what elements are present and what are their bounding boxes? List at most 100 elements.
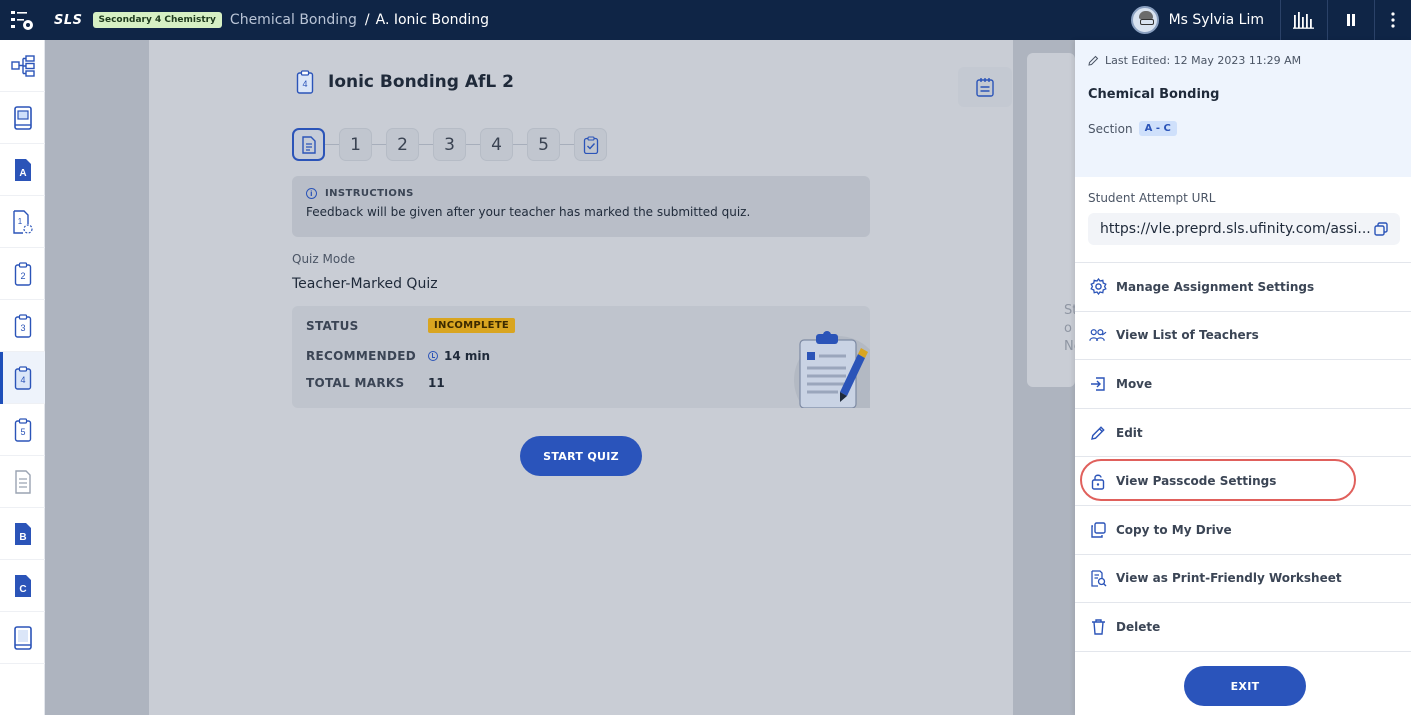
step-question-2[interactable]: 2	[386, 128, 419, 161]
menu-view-list-of-teachers[interactable]: View List of Teachers	[1075, 312, 1411, 361]
copy-icon	[1089, 521, 1107, 539]
highlight-ring	[1080, 459, 1356, 502]
rail-item-quiz-4[interactable]: 4	[0, 352, 45, 404]
breadcrumb-parent[interactable]: Chemical Bonding	[230, 12, 357, 28]
menu-view-passcode-settings[interactable]: View Passcode Settings	[1075, 457, 1411, 506]
quiz-1-icon: 1	[12, 209, 33, 234]
step-question-5[interactable]: 5	[527, 128, 560, 161]
svg-text:4: 4	[20, 375, 25, 385]
notebook-icon	[976, 78, 994, 97]
bar-chart-icon	[1293, 12, 1314, 29]
rail-item-quiz-5[interactable]: 5	[0, 404, 45, 456]
quiz-mode-label: Quiz Mode	[292, 252, 356, 266]
kebab-menu-icon	[1391, 12, 1395, 28]
quiz-3-icon: 3	[14, 313, 31, 338]
quiz-mode-value: Teacher-Marked Quiz	[292, 276, 438, 292]
menu-copy-to-my-drive[interactable]: Copy to My Drive	[1075, 506, 1411, 555]
step-question-1[interactable]: 1	[339, 128, 372, 161]
pause-icon	[1347, 14, 1355, 26]
rail-item-quiz-1[interactable]: 1	[0, 196, 45, 248]
pencil-small-icon	[1088, 55, 1099, 66]
menu-delete[interactable]: Delete	[1075, 603, 1411, 652]
structure-icon	[10, 54, 35, 77]
menu-label: Edit	[1116, 425, 1143, 440]
avatar[interactable]	[1130, 6, 1159, 34]
breadcrumb-current: A. Ionic Bonding	[375, 12, 490, 28]
step-question-3[interactable]: 3	[433, 128, 466, 161]
rail-item-section-a[interactable]: A	[0, 144, 45, 196]
recommended-row: RECOMMENDED 14 min	[306, 349, 490, 363]
more-options-button[interactable]	[1375, 0, 1411, 40]
svg-text:B: B	[19, 532, 26, 543]
rail-item-quiz-2[interactable]: 2	[0, 248, 45, 300]
menu-label: Delete	[1116, 619, 1161, 634]
svg-text:2: 2	[20, 271, 25, 281]
user-name[interactable]: Ms Sylvia Lim	[1169, 12, 1264, 28]
rail-item-book-end[interactable]	[0, 612, 45, 664]
apps-menu-icon	[11, 11, 33, 30]
notes-tab-button[interactable]	[958, 67, 1012, 107]
menu-label: View as Print-Friendly Worksheet	[1116, 571, 1342, 586]
move-icon	[1089, 375, 1107, 393]
book-end-icon	[13, 625, 32, 650]
menu-move[interactable]: Move	[1075, 360, 1411, 409]
main-stage-overlay: St o Ne 4 Ionic Bonding AfL 2 1 2 3 4 5 …	[45, 40, 1082, 715]
step-question-4[interactable]: 4	[480, 128, 513, 161]
menu-edit[interactable]: Edit	[1075, 409, 1411, 458]
top-bar: SLS Secondary 4 Chemistry Chemical Bondi…	[0, 0, 1411, 40]
sls-logo[interactable]: SLS	[54, 13, 83, 28]
apps-menu-button[interactable]	[0, 0, 44, 40]
copy-url-icon[interactable]	[1374, 222, 1388, 236]
menu-manage-assignment-settings[interactable]: Manage Assignment Settings	[1075, 263, 1411, 312]
gear-icon	[1089, 278, 1107, 296]
pause-button[interactable]	[1328, 0, 1374, 40]
level-badge: Secondary 4 Chemistry	[92, 12, 222, 28]
info-icon: i	[306, 188, 317, 199]
quiz-2-icon: 2	[14, 261, 31, 286]
quiz-5-icon: 5	[14, 417, 31, 442]
step-submit[interactable]	[574, 128, 607, 161]
svg-text:4: 4	[302, 79, 307, 89]
document-icon	[14, 469, 31, 494]
menu-label: Manage Assignment Settings	[1116, 279, 1315, 294]
instructions-text: Feedback will be given after your teache…	[306, 205, 751, 219]
status-badge: INCOMPLETE	[428, 318, 516, 333]
total-marks-row: TOTAL MARKS 11	[306, 376, 445, 390]
student-url-block: Student Attempt URL https://vle.preprd.s…	[1075, 177, 1411, 263]
book-icon	[13, 105, 32, 130]
recommended-label: RECOMMENDED	[306, 349, 416, 363]
status-row: STATUS INCOMPLETE	[306, 318, 516, 333]
recommended-value: 14 min	[444, 349, 491, 363]
student-url-field[interactable]: https://vle.preprd.sls.ufinity.com/assi.…	[1088, 213, 1400, 245]
svg-text:5: 5	[20, 427, 25, 437]
panel-title: Chemical Bonding	[1088, 87, 1220, 102]
rail-item-document[interactable]	[0, 456, 45, 508]
instructions-page-icon	[301, 135, 316, 154]
rail-item-quiz-3[interactable]: 3	[0, 300, 45, 352]
student-url-label: Student Attempt URL	[1088, 191, 1216, 205]
rail-item-structure[interactable]	[0, 40, 45, 92]
student-url-value: https://vle.preprd.sls.ufinity.com/assi.…	[1100, 221, 1371, 237]
teachers-icon	[1089, 326, 1107, 344]
stats-button[interactable]	[1281, 0, 1327, 40]
instructions-heading: INSTRUCTIONS	[325, 188, 414, 199]
step-intro[interactable]	[292, 128, 325, 161]
menu-view-as-print-friendly-worksheet[interactable]: View as Print-Friendly Worksheet	[1075, 555, 1411, 604]
pencil-icon	[1089, 424, 1107, 442]
question-stepper: 1 2 3 4 5	[292, 128, 607, 161]
svg-text:A: A	[19, 168, 26, 179]
exit-button[interactable]: EXIT	[1184, 666, 1306, 706]
section-badge: A - C	[1138, 121, 1177, 136]
status-label: STATUS	[306, 318, 359, 333]
start-quiz-button[interactable]: START QUIZ	[520, 436, 642, 476]
quiz-header: 4 Ionic Bonding AfL 2	[292, 69, 514, 95]
quiz-title: Ionic Bonding AfL 2	[328, 72, 514, 92]
quiz-clipboard-icon: 4	[296, 70, 314, 94]
instructions-box: i INSTRUCTIONS Feedback will be given af…	[292, 176, 870, 237]
rail-item-book[interactable]	[0, 92, 45, 144]
menu-label: Copy to My Drive	[1116, 522, 1232, 537]
rail-item-section-b[interactable]: B	[0, 508, 45, 560]
panel-header: Last Edited: 12 May 2023 11:29 AM Chemic…	[1075, 40, 1411, 177]
rail-item-section-c[interactable]: C	[0, 560, 45, 612]
checklist-icon	[583, 135, 598, 154]
